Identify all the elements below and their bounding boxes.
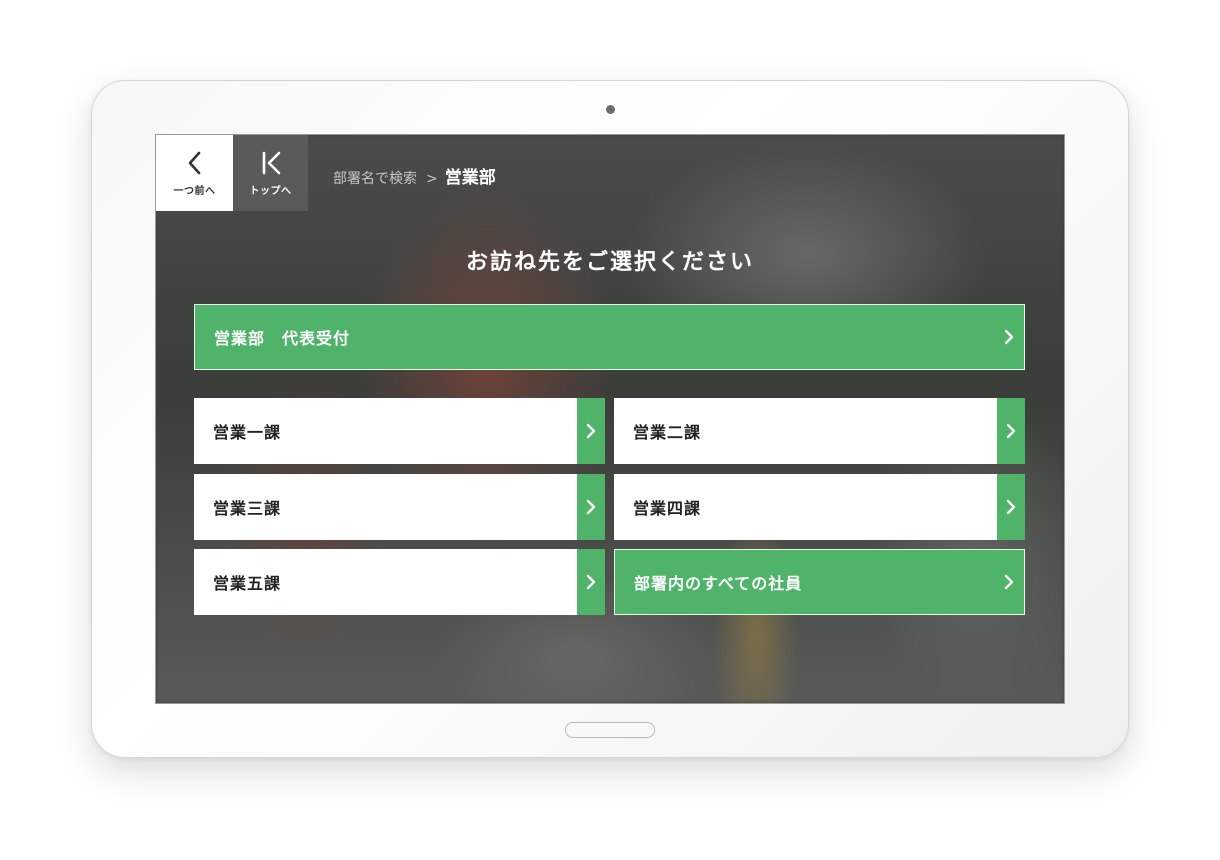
chevron-right-icon [577,549,605,615]
chevron-right-icon [577,398,605,464]
option-label: 営業一課 [213,423,282,442]
main-reception-label: 営業部 代表受付 [214,329,351,348]
top-home-icon [233,148,308,178]
option-label: 営業三課 [213,499,282,518]
top-button[interactable]: トップへ [233,135,308,211]
top-label: トップへ [249,186,292,197]
chevron-right-icon [997,398,1025,464]
option-all-staff[interactable]: 部署内のすべての社員 [614,549,1025,615]
option-sales-2[interactable]: 営業二課 [614,398,1025,464]
camera-dot [606,105,615,114]
back-label: 一つ前へ [173,186,216,197]
home-button[interactable] [565,722,655,738]
breadcrumb-parent[interactable]: 部署名で検索 [333,171,417,187]
option-sales-1[interactable]: 営業一課 [194,398,605,464]
option-sales-4[interactable]: 営業四課 [614,474,1025,540]
chevron-right-icon [577,474,605,540]
option-label: 営業五課 [213,574,282,593]
breadcrumb-separator: > [426,171,438,187]
chevron-left-icon [156,148,233,178]
option-label: 部署内のすべての社員 [634,574,803,593]
breadcrumb: 部署名で検索 > 営業部 [333,163,496,188]
kiosk-screen: 一つ前へ トップへ 部署名で検索 > 営業部 お訪ね先をご選択ください 営業部 代表… [155,134,1065,704]
option-sales-5[interactable]: 営業五課 [194,549,605,615]
chevron-right-icon [1002,305,1016,369]
option-sales-3[interactable]: 営業三課 [194,474,605,540]
page-heading: お訪ね先をご選択ください [465,250,754,275]
chevron-right-icon [1002,550,1016,614]
chevron-right-icon [997,474,1025,540]
main-reception-button[interactable]: 営業部 代表受付 [194,304,1025,370]
option-label: 営業二課 [633,423,702,442]
back-button[interactable]: 一つ前へ [156,135,233,211]
breadcrumb-current: 営業部 [444,168,496,188]
option-label: 営業四課 [633,499,702,518]
